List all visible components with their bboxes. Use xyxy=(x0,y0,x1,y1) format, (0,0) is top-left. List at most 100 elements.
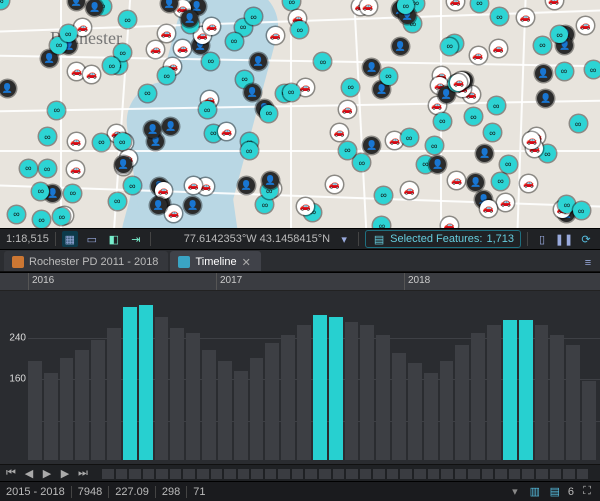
expand-icon[interactable]: ⛶ xyxy=(580,485,594,499)
chevron-down-icon[interactable]: ▾ xyxy=(336,231,352,247)
bar[interactable] xyxy=(44,373,58,460)
step-forward-button[interactable]: ▶ xyxy=(58,467,72,481)
map-incident-pin[interactable]: 🚗 xyxy=(68,133,85,150)
bar[interactable] xyxy=(582,381,596,460)
map-incident-pin[interactable]: 🚗 xyxy=(448,172,465,189)
bar[interactable] xyxy=(60,358,74,460)
timeline-slider[interactable] xyxy=(102,469,588,479)
map-incident-pin[interactable]: 🚗 xyxy=(185,177,202,194)
map-incident-pin[interactable]: 👤 xyxy=(476,145,493,162)
map-incident-pin[interactable]: ∞ xyxy=(119,11,136,28)
timeline-year-axis[interactable]: 2016 2017 2018 xyxy=(0,273,600,291)
map-incident-pin[interactable]: 👤 xyxy=(467,174,484,191)
pause-icon[interactable]: ❚❚ xyxy=(556,231,572,247)
map-incident-pin[interactable]: 👤 xyxy=(0,80,16,97)
map-incident-pin[interactable]: ∞ xyxy=(114,133,131,150)
map-incident-pin[interactable]: 🚗 xyxy=(83,66,100,83)
map-incident-pin[interactable]: ∞ xyxy=(434,113,451,130)
map-incident-pin[interactable]: 👤 xyxy=(535,65,552,82)
map-incident-pin[interactable]: ∞ xyxy=(291,21,308,38)
map-incident-pin[interactable]: 👤 xyxy=(250,53,267,70)
bar[interactable] xyxy=(424,373,438,460)
map-incident-pin[interactable]: 🚗 xyxy=(67,161,84,178)
bar[interactable] xyxy=(392,353,406,460)
lock-icon[interactable]: ▯ xyxy=(534,231,550,247)
bar[interactable] xyxy=(139,305,153,460)
map-incident-pin[interactable]: 👤 xyxy=(86,0,103,16)
map-incident-pin[interactable]: 🚗 xyxy=(470,47,487,64)
timeline-chart[interactable]: 240 160 xyxy=(0,291,600,464)
selected-features-chip[interactable]: ▤ Selected Features: 1,713 xyxy=(365,230,521,248)
map-incident-pin[interactable]: 👤 xyxy=(181,10,198,27)
close-icon[interactable]: ✕ xyxy=(242,256,251,269)
map-incident-pin[interactable]: ∞ xyxy=(342,79,359,96)
bar[interactable] xyxy=(281,335,295,460)
bar[interactable] xyxy=(218,361,232,460)
play-button[interactable]: ▶ xyxy=(40,467,54,481)
map-incident-pin[interactable]: 🚗 xyxy=(441,217,458,228)
map-incident-pin[interactable]: ∞ xyxy=(32,183,49,200)
map-incident-pin[interactable]: ∞ xyxy=(484,124,501,141)
map-incident-pin[interactable]: ∞ xyxy=(109,193,126,210)
map-incident-pin[interactable]: ∞ xyxy=(339,142,356,159)
tab-timeline[interactable]: Timeline ✕ xyxy=(170,251,260,271)
bar[interactable] xyxy=(297,325,311,460)
filter-icon[interactable]: ▾ xyxy=(508,485,522,499)
map-incident-pin[interactable]: 🚗 xyxy=(480,200,497,217)
map-incident-pin[interactable]: ∞ xyxy=(260,105,277,122)
map-incident-pin[interactable]: 👤 xyxy=(115,156,132,173)
map-incident-pin[interactable]: ∞ xyxy=(314,53,331,70)
map-incident-pin[interactable]: 🚗 xyxy=(517,9,534,26)
map-incident-pin[interactable]: 👤 xyxy=(238,177,255,194)
bar[interactable] xyxy=(487,325,501,460)
map-incident-pin[interactable]: ∞ xyxy=(426,137,443,154)
map-incident-pin[interactable]: ∞ xyxy=(570,115,587,132)
map-incident-pin[interactable]: ∞ xyxy=(0,0,9,9)
map-incident-pin[interactable]: 👤 xyxy=(144,121,161,138)
map-incident-pin[interactable]: 🚗 xyxy=(401,182,418,199)
map-incident-pin[interactable]: ∞ xyxy=(64,185,81,202)
map-incident-pin[interactable]: ∞ xyxy=(534,37,551,54)
bar[interactable] xyxy=(503,320,517,460)
map-incident-pin[interactable]: ∞ xyxy=(585,61,600,78)
map-incident-pin[interactable]: ∞ xyxy=(39,128,56,145)
map-incident-pin[interactable]: 👤 xyxy=(429,156,446,173)
bar[interactable] xyxy=(155,317,169,460)
map-incident-pin[interactable]: ∞ xyxy=(373,217,390,228)
map-incident-pin[interactable]: ∞ xyxy=(139,85,156,102)
map-incident-pin[interactable]: ∞ xyxy=(573,202,590,219)
bar[interactable] xyxy=(345,322,359,460)
map-incident-pin[interactable]: ∞ xyxy=(465,108,482,125)
bar[interactable] xyxy=(471,333,485,460)
bar[interactable] xyxy=(408,363,422,460)
map-incident-pin[interactable]: 👤 xyxy=(537,90,554,107)
bar[interactable] xyxy=(202,350,216,460)
bar[interactable] xyxy=(28,361,42,460)
map-incident-pin[interactable]: ∞ xyxy=(93,134,110,151)
map-incident-pin[interactable]: ∞ xyxy=(556,63,573,80)
bar[interactable] xyxy=(376,335,390,460)
map-incident-pin[interactable]: 👤 xyxy=(392,38,409,55)
refresh-icon[interactable]: ⟳ xyxy=(578,231,594,247)
map-incident-pin[interactable]: 👤 xyxy=(68,0,85,10)
layers-icon[interactable]: ▤ xyxy=(548,485,562,499)
bar[interactable] xyxy=(550,335,564,460)
bar[interactable] xyxy=(91,340,105,460)
panel-menu-button[interactable]: ≡ xyxy=(580,255,596,271)
map-incident-pin[interactable]: ∞ xyxy=(20,160,37,177)
map-incident-pin[interactable]: 🚗 xyxy=(174,40,191,57)
skip-forward-button[interactable]: ⏭ xyxy=(76,467,90,481)
map-incident-pin[interactable]: ∞ xyxy=(441,38,458,55)
map-incident-pin[interactable]: ∞ xyxy=(226,33,243,50)
map-incident-pin[interactable]: ∞ xyxy=(199,101,216,118)
map-incident-pin[interactable]: ∞ xyxy=(492,173,509,190)
map-incident-pin[interactable]: ∞ xyxy=(283,84,300,101)
grid-toggle[interactable]: ▭ xyxy=(84,231,100,247)
map-incident-pin[interactable]: ∞ xyxy=(33,211,50,228)
correction-toggle[interactable]: ⇥ xyxy=(128,231,144,247)
map-coordinates[interactable]: 77.6142353°W 43.1458415°N xyxy=(184,233,330,245)
tab-rochester-pd[interactable]: Rochester PD 2011 - 2018 xyxy=(4,251,168,271)
map-incident-pin[interactable]: 🚗 xyxy=(331,124,348,141)
map-incident-pin[interactable]: ∞ xyxy=(353,154,370,171)
map-incident-pin[interactable]: 🚗 xyxy=(497,194,514,211)
